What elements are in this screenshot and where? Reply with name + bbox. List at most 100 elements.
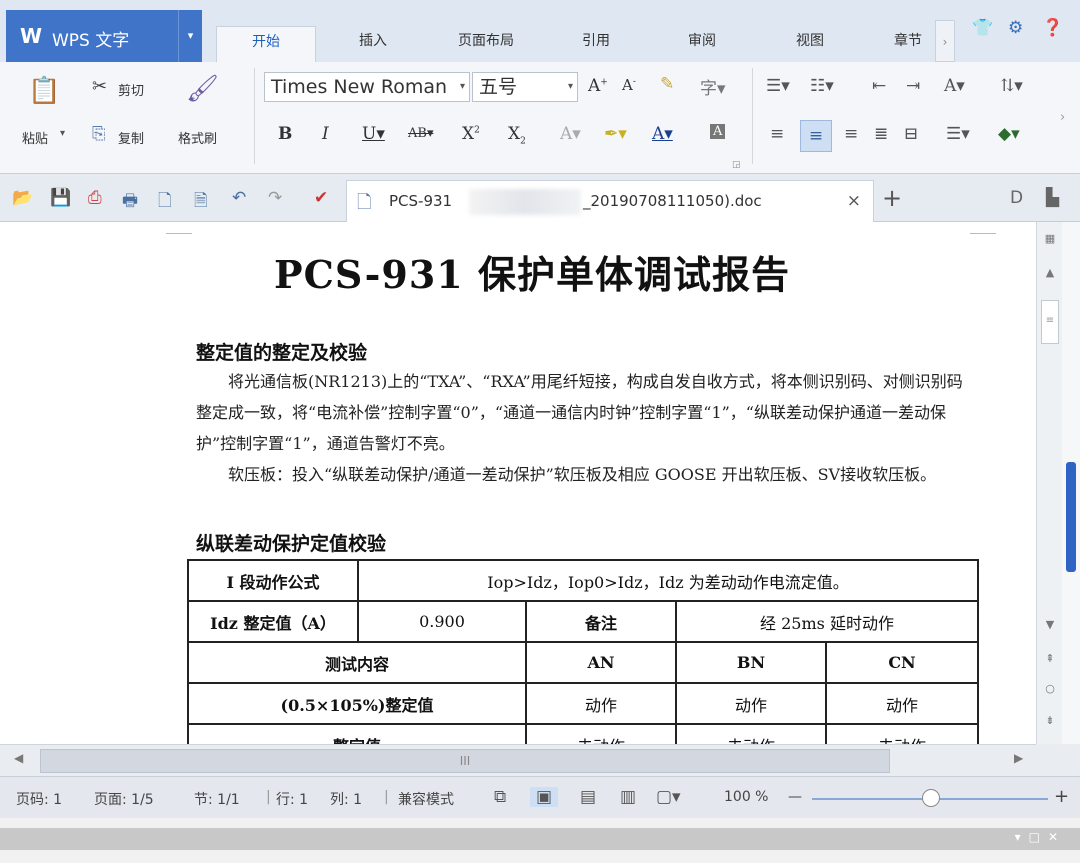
close-tab-icon[interactable]: × — [847, 191, 861, 211]
align-center-icon[interactable]: ≡ — [800, 120, 832, 152]
highlight-icon[interactable]: ✒▾ — [604, 124, 627, 144]
scroll-right-icon[interactable]: ▶ — [1014, 751, 1023, 765]
horizontal-scrollbar[interactable]: ◀ III ▶ — [0, 744, 1036, 776]
tab-scroll-right-icon[interactable]: › — [935, 20, 955, 62]
status-page-number[interactable]: 页码: 1 — [16, 789, 62, 809]
next-page-icon[interactable]: ⇟ — [1037, 714, 1063, 727]
font-name-select[interactable]: Times New Roman ▾ — [264, 72, 470, 102]
underline-icon[interactable]: U▾ — [362, 124, 385, 144]
customize-toolbar-icon[interactable]: ✔ — [314, 188, 328, 208]
help-icon[interactable]: ❓ — [1042, 18, 1063, 38]
reading-view-icon[interactable]: ▢▾ — [656, 787, 681, 807]
web-view-icon[interactable]: ▥ — [620, 787, 636, 807]
scroll-down-icon[interactable]: ▼ — [1037, 618, 1063, 631]
phonetic-guide-icon[interactable]: 字▾ — [700, 74, 726, 99]
format-painter-icon[interactable]: 🖌 — [186, 74, 219, 104]
font-color-icon[interactable]: A▾ — [652, 124, 673, 144]
outline-view-icon[interactable]: ▤ — [580, 787, 596, 807]
track-changes-icon[interactable]: ⧉ — [494, 787, 506, 807]
window-controls-icon[interactable]: ▾□✕ — [1015, 830, 1066, 844]
tab-review[interactable]: 审阅 — [662, 26, 742, 62]
align-right-icon[interactable]: ≡ — [844, 124, 858, 144]
tab-insert[interactable]: 插入 — [330, 26, 416, 62]
tab-view[interactable]: 视图 — [770, 26, 850, 62]
tab-chapter[interactable]: 章节 — [878, 26, 938, 62]
justify-icon[interactable]: ≣ — [874, 124, 888, 144]
table-cell: 未动作 — [675, 723, 827, 744]
tab-references[interactable]: 引用 — [556, 26, 636, 62]
settings-icon[interactable]: ⚙ — [1008, 18, 1023, 38]
app-menu-dropdown-icon[interactable]: ▾ — [178, 10, 202, 62]
strikethrough-icon[interactable]: AB▾ — [408, 126, 433, 141]
document-tab[interactable]: 🗋 PCS-931 _20190708111050).doc × — [346, 180, 874, 222]
zoom-level[interactable]: 100 % — [724, 789, 768, 805]
zoom-slider-thumb[interactable] — [922, 789, 940, 807]
document-page[interactable]: PCS-931 保护单体调试报告 整定值的整定及校验 将光通信板(NR1213)… — [30, 222, 1034, 744]
bullet-list-icon[interactable]: ☰▾ — [766, 76, 790, 96]
spell-check-icon[interactable]: 🗎 — [194, 188, 208, 217]
zoom-out-icon[interactable]: — — [788, 789, 802, 805]
grow-font-icon[interactable]: A+ — [588, 76, 608, 96]
document-workspace[interactable]: PCS-931 保护单体调试报告 整定值的整定及校验 将光通信板(NR1213)… — [0, 222, 1036, 744]
paste-dropdown-icon[interactable]: ▾ — [60, 128, 65, 139]
scroll-left-icon[interactable]: ◀ — [14, 751, 23, 765]
select-browse-object-icon[interactable]: ○ — [1037, 682, 1063, 695]
print-preview-icon[interactable]: 🗋 — [158, 188, 172, 217]
numbered-list-icon[interactable]: ☷▾ — [810, 76, 834, 96]
page-view-icon[interactable]: ▣ — [530, 787, 559, 807]
chinese-layout-icon[interactable]: A▾ — [944, 76, 965, 96]
bold-icon[interactable]: B — [278, 124, 292, 144]
distribute-icon[interactable]: ⊟ — [904, 124, 918, 144]
skin-shirt-icon[interactable]: 👕 — [972, 18, 993, 38]
paste-icon[interactable]: 📋 — [28, 76, 60, 106]
status-section[interactable]: 节: 1/1 — [194, 789, 240, 809]
subscript-icon[interactable]: X2 — [508, 124, 526, 146]
paste-button[interactable]: 粘贴 — [22, 128, 48, 147]
copy-button[interactable]: 复制 — [118, 128, 144, 147]
align-left-icon[interactable]: ≡ — [770, 124, 784, 144]
format-painter-button[interactable]: 格式刷 — [178, 128, 217, 147]
window-menu-icon[interactable]: ▙ — [1046, 188, 1059, 208]
wps-app-menu-button[interactable]: W WPS 文字 ▾ — [6, 10, 202, 62]
decrease-indent-icon[interactable]: ⇤ — [872, 76, 886, 96]
sort-icon[interactable]: ⇅▾ — [1000, 76, 1023, 96]
superscript-icon[interactable]: X2 — [462, 124, 480, 144]
undo-icon[interactable]: ↶ — [232, 188, 246, 208]
redo-icon[interactable]: ↷ — [268, 188, 282, 208]
ruler-toggle-icon[interactable]: ▦ — [1037, 232, 1063, 245]
save-icon[interactable]: 💾 — [50, 188, 71, 208]
scroll-up-icon[interactable]: ▲ — [1037, 266, 1063, 279]
italic-icon[interactable]: I — [322, 124, 329, 144]
cut-icon[interactable]: ✂ — [92, 76, 107, 97]
tab-page-layout[interactable]: 页面布局 — [436, 26, 536, 62]
shrink-font-icon[interactable]: A- — [622, 76, 636, 94]
increase-indent-icon[interactable]: ⇥ — [906, 76, 920, 96]
table-cell: 未动作 — [825, 723, 979, 744]
font-dialog-launcher-icon[interactable]: ◲ — [732, 160, 741, 170]
new-tab-icon[interactable]: + — [882, 184, 902, 212]
zoom-in-icon[interactable]: + — [1054, 786, 1069, 807]
ribbon-scroll-icon[interactable]: › — [1060, 110, 1065, 125]
print-icon[interactable]: 🖶 — [122, 188, 138, 217]
vertical-scroll-thumb[interactable]: ≡ — [1041, 300, 1059, 344]
doc-list-icon[interactable]: D — [1010, 188, 1023, 208]
vertical-scrollbar[interactable]: ▦ ▲ ≡ ▼ ⇞ ○ ⇟ — [1036, 222, 1062, 744]
copy-icon[interactable]: ⎘ — [92, 124, 106, 144]
tab-home[interactable]: 开始 — [216, 26, 316, 62]
side-panel-marker[interactable] — [1066, 462, 1076, 572]
char-shading-icon[interactable]: A — [710, 124, 726, 139]
font-size-select[interactable]: 五号 ▾ — [472, 72, 578, 102]
open-folder-icon[interactable]: 📂 — [12, 188, 33, 208]
status-column[interactable]: 列: 1 — [330, 789, 362, 809]
clear-format-icon[interactable]: ✎ — [660, 74, 674, 94]
paragraph-shading-icon[interactable]: ◆▾ — [998, 124, 1020, 144]
export-pdf-icon[interactable]: ⎙ — [88, 188, 102, 208]
horizontal-scroll-thumb[interactable]: III — [40, 749, 890, 773]
status-compat-mode[interactable]: 兼容模式 — [398, 789, 454, 809]
status-page-count[interactable]: 页面: 1/5 — [94, 789, 154, 809]
line-spacing-icon[interactable]: ☰▾ — [946, 124, 970, 144]
previous-page-icon[interactable]: ⇞ — [1037, 652, 1063, 665]
status-row[interactable]: 行: 1 — [276, 789, 308, 809]
text-effect-icon[interactable]: A▾ — [560, 124, 581, 144]
cut-button[interactable]: 剪切 — [118, 80, 144, 99]
